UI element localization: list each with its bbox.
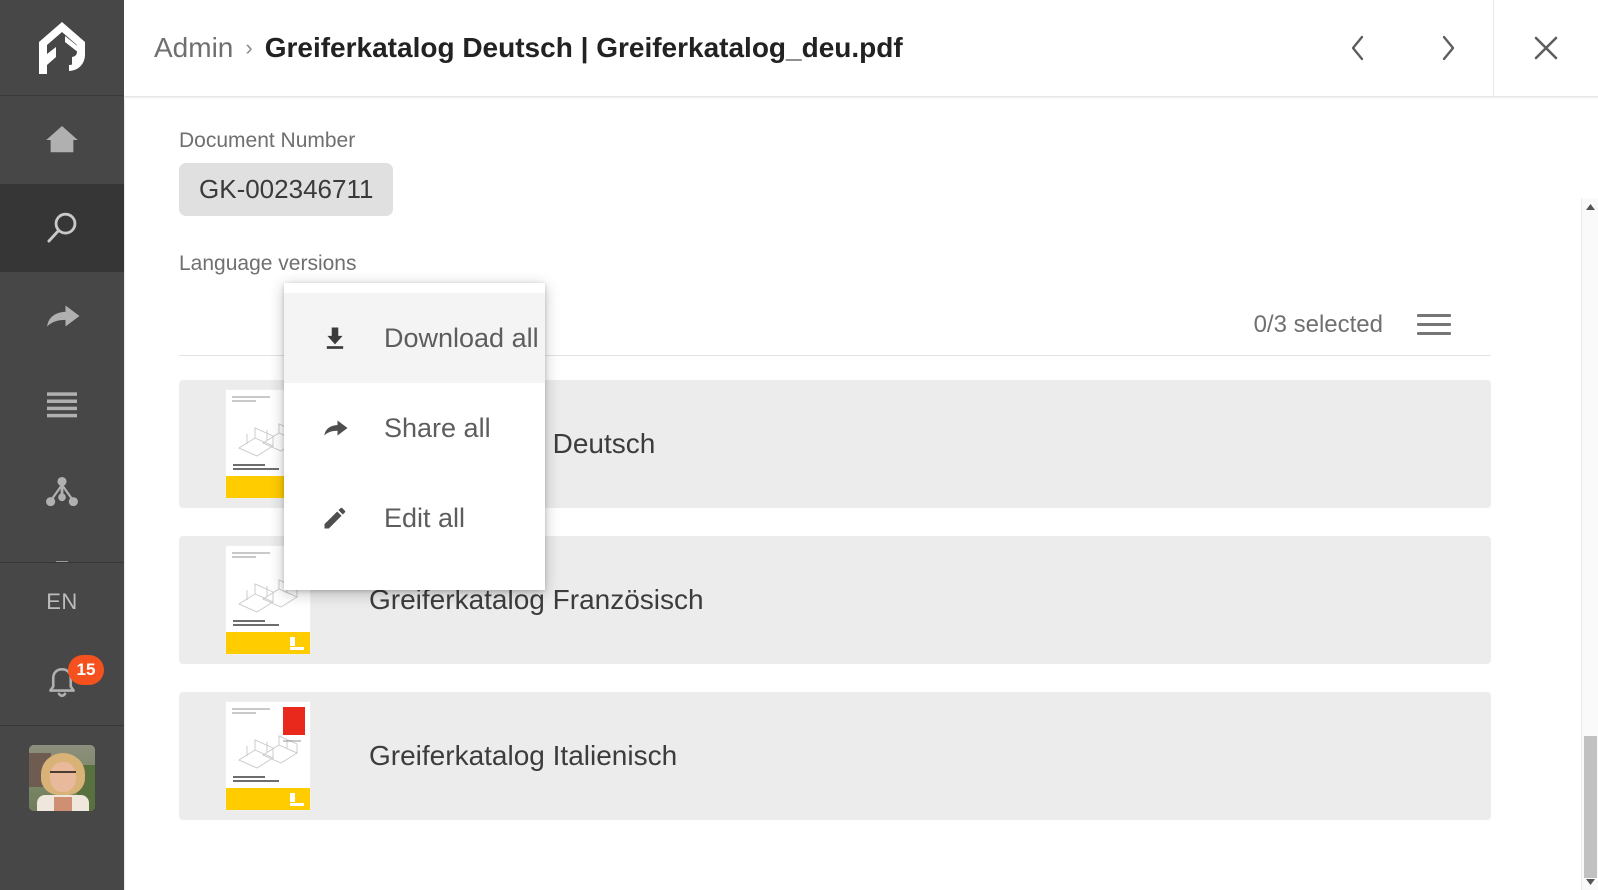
menu-item-edit-all[interactable]: Edit all bbox=[284, 473, 545, 563]
titlebar: Admin › Greiferkatalog Deutsch | Greifer… bbox=[124, 0, 1598, 96]
pencil-icon bbox=[318, 504, 352, 532]
titlebar-actions bbox=[1313, 0, 1598, 96]
home-icon bbox=[41, 119, 83, 161]
breadcrumb-root[interactable]: Admin bbox=[154, 32, 233, 64]
thumbnail-artwork-icon bbox=[233, 728, 305, 778]
caret-down-icon bbox=[1586, 879, 1595, 885]
download-icon bbox=[318, 324, 352, 352]
vertical-scrollbar[interactable] bbox=[1581, 198, 1598, 890]
list-lines-icon bbox=[41, 389, 83, 419]
menu-item-label: Download all bbox=[384, 323, 539, 354]
sidebar-item-list[interactable] bbox=[0, 360, 124, 448]
breadcrumb-current: Greiferkatalog Deutsch | Greiferkatalog_… bbox=[265, 32, 903, 64]
next-button[interactable] bbox=[1403, 0, 1493, 96]
list-menu-icon[interactable] bbox=[1417, 314, 1451, 335]
sidebar-item-home[interactable] bbox=[0, 96, 124, 184]
sidebar-language-label: EN bbox=[46, 589, 78, 615]
menu-item-label: Share all bbox=[384, 413, 491, 444]
share-arrow-icon bbox=[318, 413, 352, 443]
menu-item-download-all[interactable]: Download all bbox=[284, 293, 545, 383]
brand-glyph-icon bbox=[290, 792, 304, 806]
brand-logo-icon bbox=[35, 19, 89, 77]
previous-button[interactable] bbox=[1313, 0, 1403, 96]
sidebar-language-switch[interactable]: EN bbox=[0, 563, 124, 641]
row-title: Greiferkatalog Italienisch bbox=[369, 740, 677, 772]
breadcrumb-separator-icon: › bbox=[245, 35, 252, 61]
sidebar-user-avatar[interactable] bbox=[0, 726, 124, 830]
brand-logo[interactable] bbox=[0, 0, 124, 96]
chevron-right-icon bbox=[1435, 30, 1461, 66]
detail-panel: Admin › Greiferkatalog Deutsch | Greifer… bbox=[124, 0, 1598, 890]
thumbnail-brand-band bbox=[226, 788, 310, 810]
scroll-down-arrow[interactable] bbox=[1582, 873, 1598, 890]
scroll-up-arrow[interactable] bbox=[1582, 198, 1598, 215]
clipped-icon bbox=[47, 536, 77, 562]
brand-glyph-icon bbox=[290, 636, 304, 650]
hierarchy-tree-icon bbox=[41, 471, 83, 513]
language-versions-label: Language versions bbox=[179, 252, 1598, 276]
search-icon bbox=[41, 207, 83, 249]
notification-badge: 15 bbox=[68, 655, 104, 685]
document-number-value[interactable]: GK-002346711 bbox=[179, 163, 393, 216]
menu-item-label: Edit all bbox=[384, 503, 465, 534]
menu-item-share-all[interactable]: Share all bbox=[284, 383, 545, 473]
app-root: EN 15 Admin › Greiferkatalog Deutsch | G… bbox=[0, 0, 1598, 890]
selection-count: 0/3 selected bbox=[1254, 311, 1383, 339]
document-thumbnail bbox=[225, 701, 311, 811]
sidebar-item-hierarchy[interactable] bbox=[0, 448, 124, 536]
sidebar-item-more[interactable] bbox=[0, 536, 124, 562]
chevron-left-icon bbox=[1345, 30, 1371, 66]
sidebar: EN 15 bbox=[0, 0, 124, 890]
close-icon bbox=[1528, 30, 1564, 66]
table-row[interactable]: Greiferkatalog Italienisch bbox=[179, 692, 1491, 820]
sidebar-item-share[interactable] bbox=[0, 272, 124, 360]
share-arrow-icon bbox=[41, 295, 83, 337]
document-number-label: Document Number bbox=[179, 129, 1598, 153]
breadcrumb: Admin › Greiferkatalog Deutsch | Greifer… bbox=[154, 32, 903, 64]
close-button[interactable] bbox=[1494, 0, 1598, 96]
sidebar-item-search[interactable] bbox=[0, 184, 124, 272]
sidebar-notifications[interactable]: 15 bbox=[0, 641, 124, 725]
avatar bbox=[29, 745, 95, 811]
bulk-actions-menu: Download all Share all Edit all bbox=[284, 283, 545, 590]
thumbnail-brand-band bbox=[226, 632, 310, 654]
caret-up-icon bbox=[1586, 204, 1595, 210]
scrollbar-thumb[interactable] bbox=[1584, 736, 1597, 878]
